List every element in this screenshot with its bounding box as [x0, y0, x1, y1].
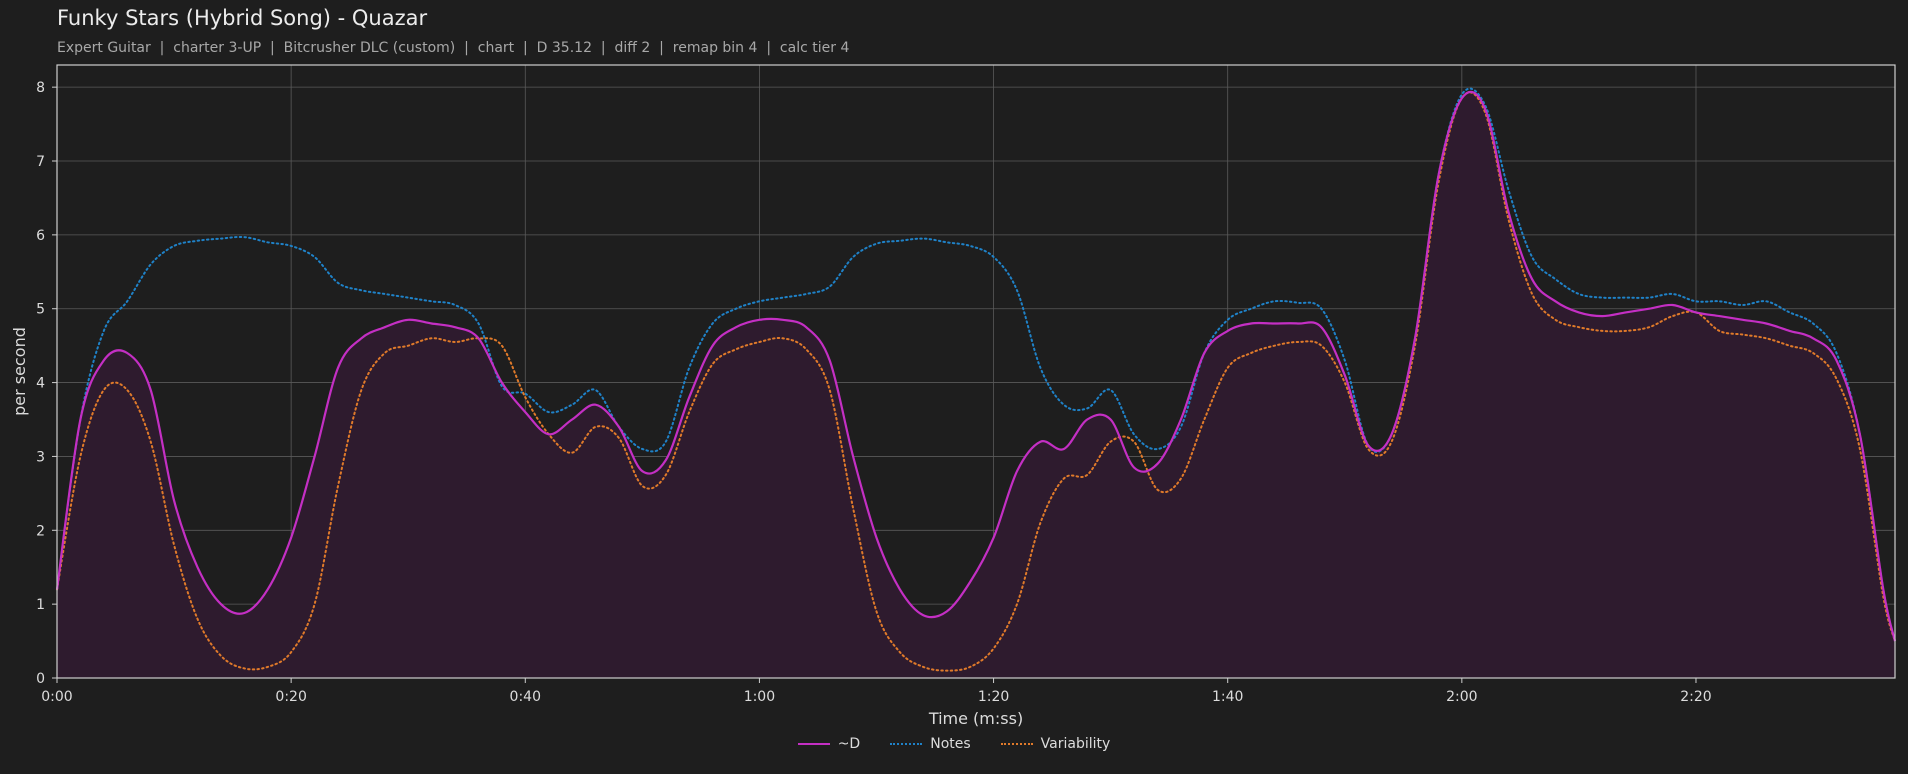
line-chart: 0:00 0:20 0:40 1:00 1:20 1:40 2:00 2:20 0 1 2 3 4 5 6 7… — [10, 64, 1897, 728]
legend-item-variability: Variability — [1000, 736, 1111, 752]
x-tick-label: 1:00 — [744, 689, 775, 705]
legend-item-notes: Notes — [890, 736, 971, 752]
legend-label-notes: Notes — [930, 736, 971, 752]
legend-item-d: ~D — [797, 736, 861, 752]
y-tick-label: 6 — [36, 228, 45, 244]
x-tick-label: 2:00 — [1446, 689, 1477, 705]
chart-legend: ~D Notes Variability — [0, 736, 1908, 752]
x-tick-label: 0:40 — [510, 689, 541, 705]
legend-label-d: ~D — [837, 736, 861, 752]
y-tick-label: 7 — [36, 154, 45, 170]
y-tick-label: 5 — [36, 302, 45, 318]
legend-swatch-notes — [890, 743, 923, 745]
x-axis-label: Time (m:ss) — [928, 709, 1023, 728]
x-tick-label: 0:00 — [41, 689, 72, 705]
x-tick-label: 1:20 — [978, 689, 1009, 705]
x-tick-label: 2:20 — [1680, 689, 1711, 705]
x-tick-label: 1:40 — [1212, 689, 1243, 705]
y-tick-label: 1 — [36, 597, 45, 613]
legend-label-variability: Variability — [1040, 736, 1111, 752]
legend-swatch-variability — [1000, 743, 1033, 745]
x-tick-label: 0:20 — [275, 689, 306, 705]
y-axis-label: per second — [10, 327, 29, 416]
y-tick-label: 0 — [36, 671, 45, 687]
y-tick-label: 4 — [36, 376, 45, 392]
y-tick-label: 2 — [36, 523, 45, 539]
legend-swatch-d — [797, 743, 830, 745]
y-tick-label: 3 — [36, 449, 45, 465]
y-tick-label: 8 — [36, 80, 45, 96]
